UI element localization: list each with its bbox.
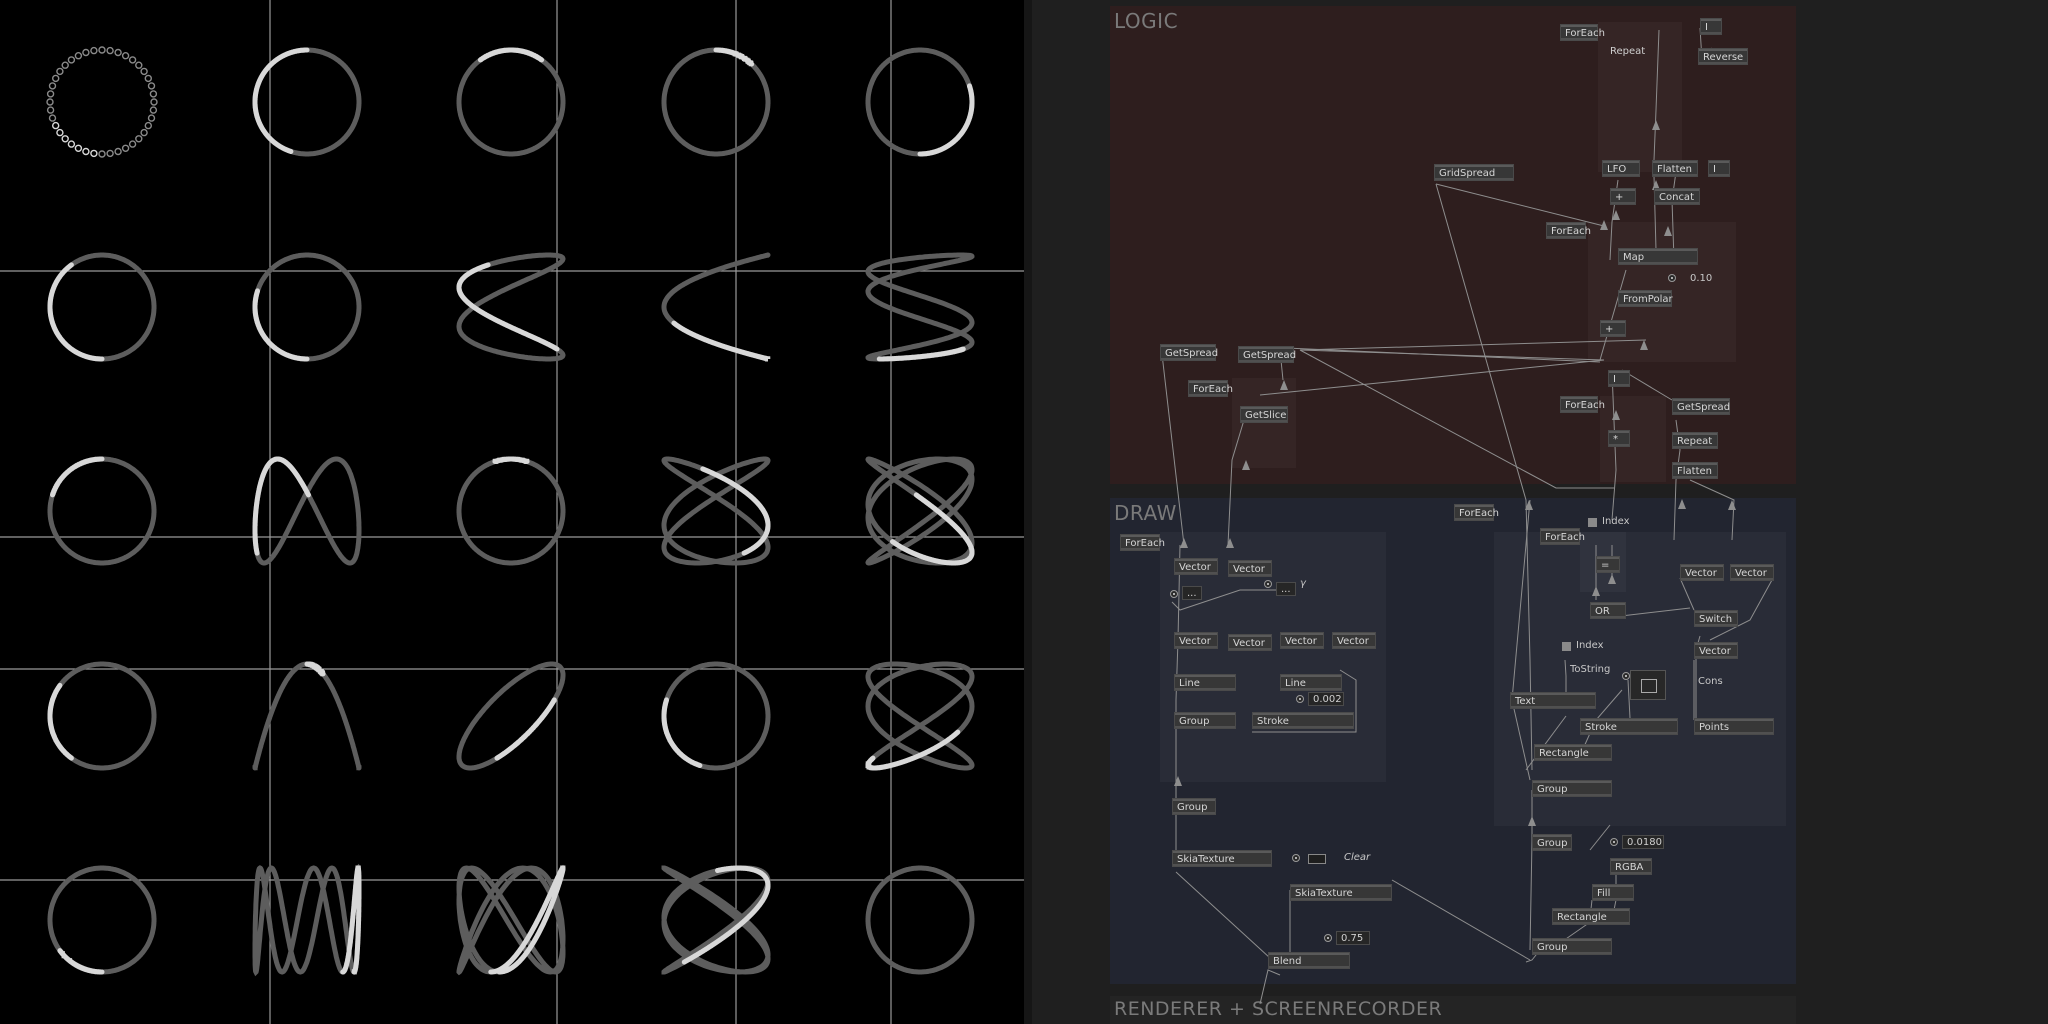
skiatexture-node-a[interactable]: SkiaTexture [1172, 850, 1272, 867]
reverse-node[interactable]: Reverse [1698, 48, 1748, 65]
group-node-a[interactable]: Group [1174, 712, 1236, 729]
concat-node[interactable]: Concat [1654, 188, 1700, 205]
plus-node-top[interactable]: + [1610, 188, 1636, 205]
points-node[interactable]: Points [1694, 718, 1774, 735]
color-preview[interactable] [1630, 670, 1666, 700]
group-node-e[interactable]: Group [1532, 938, 1612, 955]
gamma-label: γ [1300, 578, 1306, 589]
clear-color-swatch[interactable] [1308, 854, 1326, 864]
fill-node[interactable]: Fill [1592, 884, 1634, 901]
pin-0002[interactable] [1296, 695, 1304, 703]
patch-wires [1161, 27, 1773, 1005]
text-node[interactable]: Text [1510, 692, 1596, 709]
iterator-node-low[interactable]: I [1608, 370, 1630, 387]
vector-node-f[interactable]: Vector [1332, 632, 1376, 649]
iterator-node-mid[interactable]: I [1708, 160, 1730, 177]
lfo-node[interactable]: LFO [1602, 160, 1640, 177]
rectangle-node-a[interactable]: Rectangle [1534, 744, 1612, 761]
tostring-label[interactable]: ToString [1570, 664, 1610, 675]
getspread-node-right[interactable]: GetSpread [1672, 398, 1730, 415]
getslice-node[interactable]: GetSlice [1240, 406, 1288, 423]
plus-node-mid[interactable]: + [1600, 320, 1626, 337]
vector-node-h[interactable]: Vector [1730, 564, 1774, 581]
index-label-b: Index [1576, 640, 1604, 651]
vector-node-a[interactable]: Vector [1174, 558, 1218, 575]
vector-node-g[interactable]: Vector [1680, 564, 1724, 581]
rgba-node[interactable]: RGBA [1610, 858, 1652, 875]
value-010-label[interactable]: 0.10 [1690, 273, 1712, 284]
vector-node-i[interactable]: Vector [1694, 642, 1738, 659]
getspread-node-mid[interactable]: GetSpread [1238, 346, 1296, 363]
or-node[interactable]: OR [1590, 602, 1626, 619]
vector-node-e[interactable]: Vector [1280, 632, 1324, 649]
value-0002[interactable]: 0.002 [1308, 692, 1344, 706]
index-pin-a[interactable] [1588, 518, 1597, 527]
value-075[interactable]: 0.75 [1336, 931, 1370, 945]
skiatexture-node-b[interactable]: SkiaTexture [1290, 884, 1392, 901]
line-node-a[interactable]: Line [1174, 674, 1236, 691]
value-00180[interactable]: 0.0180 [1622, 835, 1664, 849]
blend-node[interactable]: Blend [1268, 952, 1350, 969]
vector-node-b[interactable]: Vector [1228, 560, 1272, 577]
iobox-a[interactable]: ... [1182, 586, 1202, 600]
foreach-node-getslice[interactable]: ForEach [1188, 380, 1233, 397]
group-node-b[interactable]: Group [1172, 798, 1216, 815]
group-node-c[interactable]: Group [1532, 780, 1612, 797]
map-node[interactable]: Map [1618, 248, 1698, 265]
cons-label[interactable]: Cons [1698, 676, 1723, 687]
foreach-node-top[interactable]: ForEach [1560, 24, 1605, 41]
foreach-node-draw-left[interactable]: ForEach [1120, 534, 1165, 551]
flatten-node-right[interactable]: Flatten [1672, 462, 1718, 479]
pin-value-010[interactable] [1668, 274, 1676, 282]
foreach-node-draw[interactable]: ForEach [1454, 504, 1499, 521]
iterator-node-top[interactable]: I [1700, 18, 1722, 35]
getspread-node-left[interactable]: GetSpread [1160, 344, 1218, 361]
repeat-node-right[interactable]: Repeat [1672, 432, 1718, 449]
pin-color[interactable] [1622, 672, 1630, 680]
stroke-node-a[interactable]: Stroke [1252, 712, 1354, 729]
line-node-b[interactable]: Line [1280, 674, 1342, 691]
vector-node-d[interactable]: Vector [1228, 634, 1272, 651]
gridspread-node[interactable]: GridSpread [1434, 164, 1514, 181]
pin-075[interactable] [1324, 934, 1332, 942]
pin-a[interactable] [1170, 590, 1178, 598]
foreach-node-mid[interactable]: ForEach [1546, 222, 1591, 239]
group-node-d[interactable]: Group [1532, 834, 1572, 851]
pin-clear[interactable] [1292, 854, 1300, 862]
equals-node[interactable]: = [1596, 556, 1620, 573]
flatten-node-top[interactable]: Flatten [1652, 160, 1698, 177]
iobox-b[interactable]: ... [1276, 582, 1296, 596]
vector-node-c[interactable]: Vector [1174, 632, 1218, 649]
pin-00180[interactable] [1610, 838, 1618, 846]
stroke-node-b[interactable]: Stroke [1580, 718, 1678, 735]
pin-b[interactable] [1264, 580, 1272, 588]
foreach-node-index[interactable]: ForEach [1540, 528, 1585, 545]
index-pin-b[interactable] [1562, 642, 1571, 651]
frompolar-node[interactable]: FromPolar [1618, 290, 1673, 307]
foreach-node-low[interactable]: ForEach [1560, 396, 1605, 413]
rectangle-node-b[interactable]: Rectangle [1552, 908, 1630, 925]
repeat-label[interactable]: Repeat [1610, 46, 1645, 57]
clear-label: Clear [1344, 852, 1371, 863]
index-label-a: Index [1602, 516, 1630, 527]
multiply-node[interactable]: * [1608, 430, 1630, 447]
switch-node[interactable]: Switch [1694, 610, 1738, 627]
